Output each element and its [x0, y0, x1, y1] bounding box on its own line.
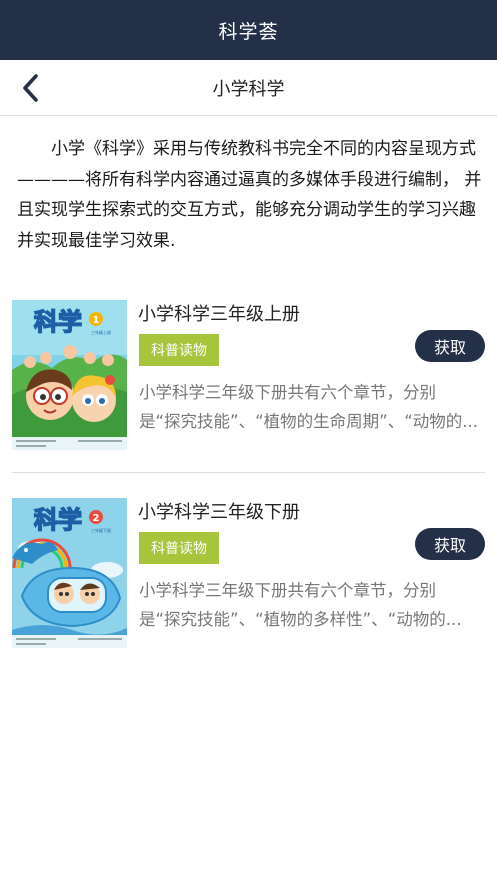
description-line: 是“探究技能”、“植物的多样性”、“动物的...	[139, 610, 462, 629]
cover-number: 2	[93, 513, 100, 524]
cover-title: 科学	[34, 506, 82, 534]
cover-subtitle: 三年级下册	[91, 527, 111, 533]
description-line: 小学科学三年级下册共有六个章节，分别	[139, 383, 436, 402]
page-title: 小学科学	[212, 78, 285, 100]
category-tag: 科普读物	[139, 532, 219, 564]
cover-subtitle: 三年级上册	[91, 329, 111, 335]
book-description: 小学科学三年级下册共有六个章节，分别 是“探究技能”、“植物的生命周期”、“动物…	[139, 378, 485, 436]
get-button[interactable]: 获取	[415, 528, 485, 560]
book-title[interactable]: 小学科学三年级上册	[138, 300, 300, 326]
cover-title: 科学	[34, 308, 82, 336]
book-cover[interactable]: 科学 1 三年级上册	[12, 300, 127, 450]
back-button[interactable]	[12, 70, 48, 106]
book-item[interactable]: 科学 2 三年级下册 小学科学三年级下册 科普读物 获取 小学科学三年级下册共有…	[12, 498, 485, 648]
app-title: 科学荟	[218, 20, 279, 43]
app-header: 科学荟	[0, 0, 497, 60]
book-description: 小学科学三年级下册共有六个章节，分别 是“探究技能”、“植物的多样性”、“动物的…	[139, 576, 485, 634]
book-title[interactable]: 小学科学三年级下册	[138, 498, 300, 524]
book-cover[interactable]: 科学 2 三年级下册	[12, 498, 127, 648]
nav-bar: 小学科学	[0, 60, 497, 116]
book-item[interactable]: 科学 1 三年级上册 小学科学三年级上册 科普读物 获取 小学科学三年级下册共有…	[12, 300, 485, 450]
category-tag: 科普读物	[139, 334, 219, 366]
cover-number: 1	[93, 315, 100, 326]
chevron-left-icon	[23, 74, 38, 102]
intro-text: 小学《科学》采用与传统教科书完全不同的内容呈现方式————将所有科学内容通过逼真…	[17, 139, 482, 251]
get-button[interactable]: 获取	[415, 330, 485, 362]
divider	[12, 472, 485, 473]
description-line: 是“探究技能”、“植物的生命周期”、“动物的...	[139, 412, 478, 431]
description-line: 小学科学三年级下册共有六个章节，分别	[139, 581, 436, 600]
